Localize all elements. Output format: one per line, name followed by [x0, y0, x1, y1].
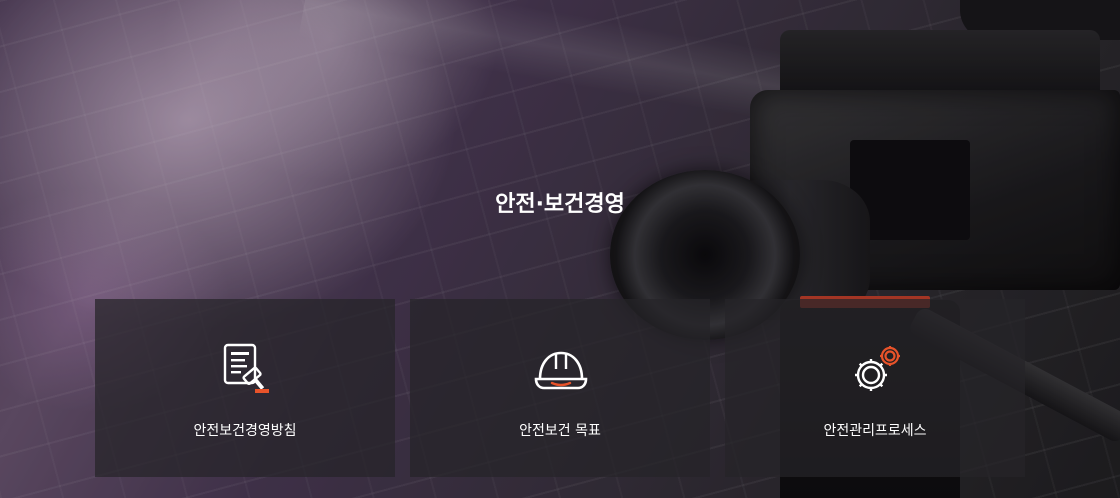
card-label: 안전보건경영방침	[193, 423, 297, 439]
document-gavel-icon	[217, 341, 275, 399]
section-title: 안전·보건경영	[495, 192, 625, 217]
hero-section: 안전·보건경영 안전보건경영방침 안전보건 목표 안전관리프로세스	[0, 0, 1120, 498]
card-safety-policy[interactable]: 안전보건경영방침	[95, 299, 395, 477]
card-label: 안전보건 목표	[519, 423, 601, 439]
card-label: 안전관리프로세스	[823, 423, 927, 439]
hard-hat-icon	[532, 341, 590, 399]
card-list: 안전보건경영방침 안전보건 목표 안전관리프로세스	[95, 299, 1025, 477]
card-safety-goals[interactable]: 안전보건 목표	[410, 299, 710, 477]
card-safety-process[interactable]: 안전관리프로세스	[725, 299, 1025, 477]
gears-icon	[847, 341, 905, 399]
